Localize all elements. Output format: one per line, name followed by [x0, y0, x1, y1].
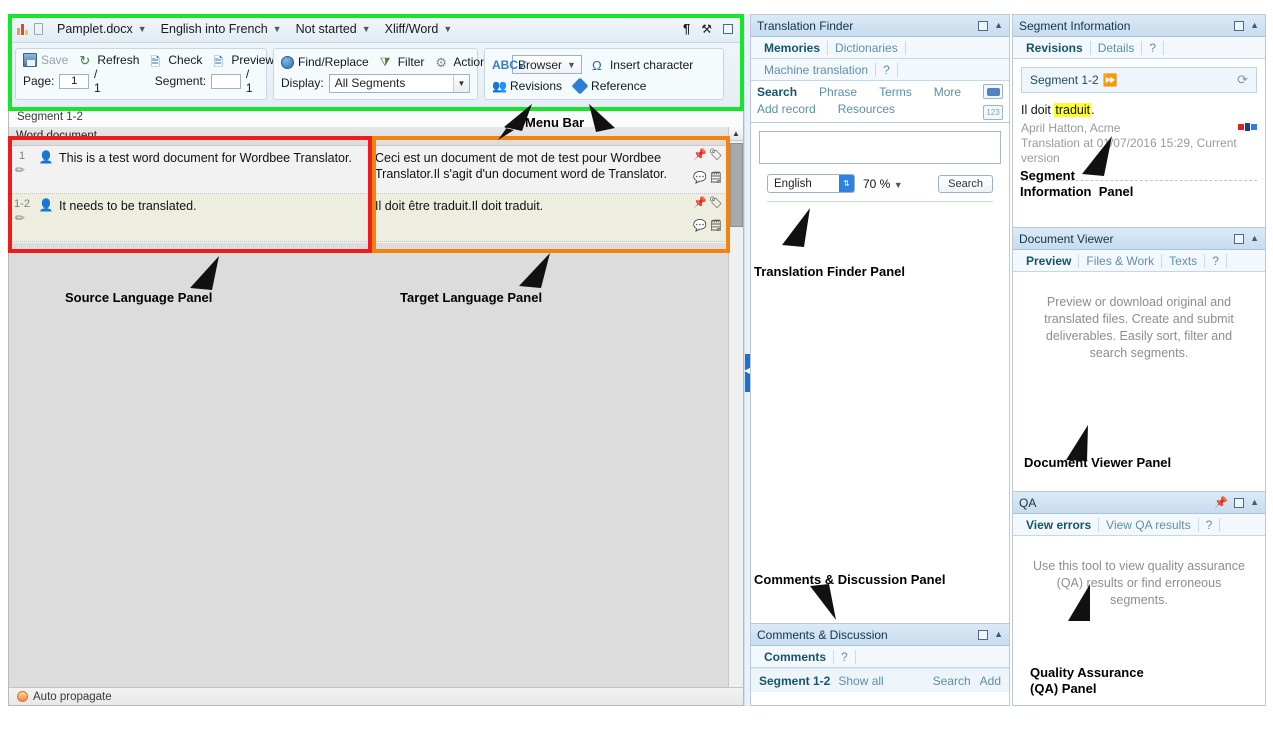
annotation-document-viewer-panel: Document Viewer Panel: [1024, 455, 1172, 470]
annotation-translation-finder-panel: Translation Finder Panel: [754, 264, 905, 279]
annotation-qa-panel: Quality Assurance (QA) Panel: [1030, 665, 1144, 696]
annotation-target-panel: Target Language Panel: [400, 290, 543, 305]
annotation-arrows: [190, 104, 1112, 621]
annotation-menu-bar: Menu Bar: [525, 115, 585, 130]
annotation-comments-panel: Comments & Discussion Panel: [754, 572, 946, 587]
annotation-segment-information-panel: Segment Information Panel: [1020, 168, 1134, 199]
annotation-source-panel: Source Language Panel: [65, 290, 213, 305]
app-root: Pamplet.docx ▼ English into French ▼ Not…: [0, 0, 1273, 750]
